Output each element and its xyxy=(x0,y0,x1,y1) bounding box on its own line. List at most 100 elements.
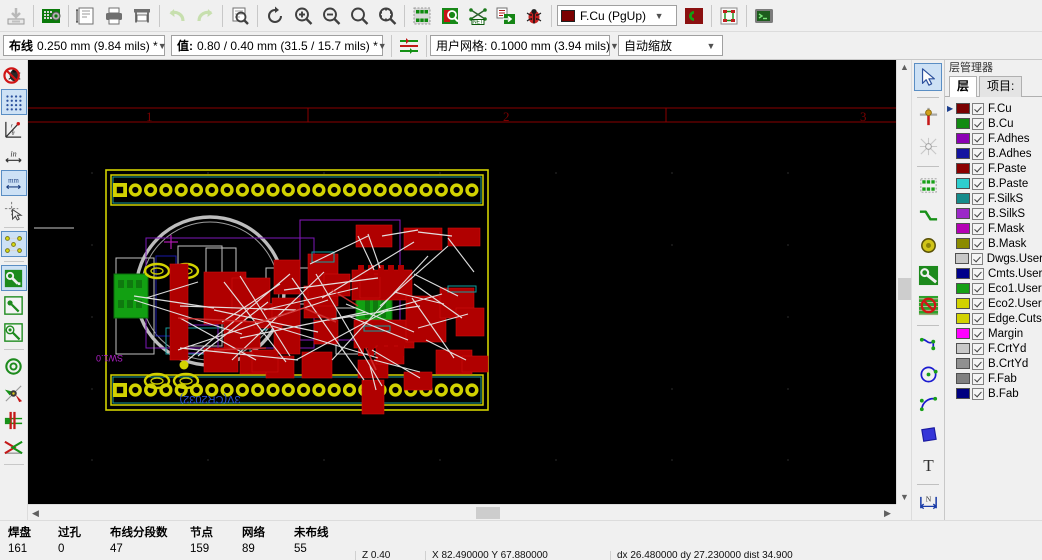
layer-row-margin[interactable]: Margin xyxy=(945,326,1042,341)
save-board-icon[interactable] xyxy=(2,2,30,30)
terminal-icon[interactable] xyxy=(750,2,778,30)
active-layer-select[interactable]: F.Cu (PgUp) ▼ xyxy=(557,5,677,26)
cursor-fullscreen-icon[interactable] xyxy=(1,197,27,223)
layer-color-swatch[interactable] xyxy=(956,103,970,114)
layer-row-f-silks[interactable]: F.SilkS xyxy=(945,191,1042,206)
layer-visibility-checkbox[interactable] xyxy=(972,238,984,250)
refresh-icon[interactable] xyxy=(261,2,289,30)
layer-color-swatch[interactable] xyxy=(956,178,970,189)
netlist-icon[interactable] xyxy=(408,2,436,30)
place-footprint-icon[interactable] xyxy=(914,171,942,199)
zoom-out-icon[interactable] xyxy=(317,2,345,30)
layer-row-eco1-user[interactable]: Eco1.User xyxy=(945,281,1042,296)
board-setup-icon[interactable] xyxy=(37,2,65,30)
layer-row-b-mask[interactable]: B.Mask xyxy=(945,236,1042,251)
layer-visibility-checkbox[interactable] xyxy=(972,133,984,145)
tab-items[interactable]: 项目: xyxy=(979,76,1022,97)
layer-visibility-checkbox[interactable] xyxy=(972,313,984,325)
pad-sketch-icon[interactable] xyxy=(1,380,27,406)
draw-line-icon[interactable] xyxy=(914,330,942,358)
layer-visibility-checkbox[interactable] xyxy=(972,118,984,130)
layer-row-b-adhes[interactable]: B.Adhes xyxy=(945,146,1042,161)
zoom-area-icon[interactable] xyxy=(373,2,401,30)
undo-icon[interactable] xyxy=(163,2,191,30)
layer-visibility-checkbox[interactable] xyxy=(972,268,984,280)
text-sketch-icon[interactable] xyxy=(1,407,27,433)
vertical-scroll-thumb[interactable] xyxy=(898,278,911,300)
bug-icon[interactable] xyxy=(520,2,548,30)
layer-color-swatch[interactable] xyxy=(956,193,970,204)
layer-row-f-fab[interactable]: F.Fab xyxy=(945,371,1042,386)
scroll-right-arrow[interactable]: ▶ xyxy=(880,508,895,519)
via-size-select[interactable]: 值: 0.80 / 0.40 mm (31.5 / 15.7 mils) * ▼ xyxy=(171,35,383,56)
canvas-vertical-scrollbar[interactable]: ▲ ▼ xyxy=(896,60,911,504)
add-keepout-icon[interactable] xyxy=(914,291,942,319)
layer-color-swatch[interactable] xyxy=(956,148,970,159)
layer-row-f-adhes[interactable]: F.Adhes xyxy=(945,131,1042,146)
layer-row-dwgs-user[interactable]: Dwgs.User xyxy=(945,251,1042,266)
drc-icon[interactable] xyxy=(436,2,464,30)
redo-icon[interactable] xyxy=(191,2,219,30)
layer-color-swatch[interactable] xyxy=(956,298,970,309)
layer-visibility-checkbox[interactable] xyxy=(972,178,984,190)
plot-icon[interactable] xyxy=(128,2,156,30)
layer-color-swatch[interactable] xyxy=(956,328,970,339)
layer-color-swatch[interactable] xyxy=(956,313,970,324)
draw-polygon-icon[interactable] xyxy=(914,420,942,448)
select-tool-icon[interactable] xyxy=(914,63,942,91)
layer-color-swatch[interactable] xyxy=(956,268,970,279)
layer-color-swatch[interactable] xyxy=(956,343,970,354)
place-via-icon[interactable] xyxy=(914,231,942,259)
zone-filled-icon[interactable] xyxy=(1,319,27,345)
add-dimension-icon[interactable]: N xyxy=(914,489,942,517)
grid-select[interactable]: 用户网格: 0.1000 mm (3.94 mils) ▼ xyxy=(430,35,610,56)
layer-visibility-checkbox[interactable] xyxy=(972,358,984,370)
update-pcb-icon[interactable] xyxy=(492,2,520,30)
horizontal-scroll-thumb[interactable] xyxy=(476,507,500,519)
print-icon[interactable] xyxy=(100,2,128,30)
layer-row-f-crtyd[interactable]: F.CrtYd xyxy=(945,341,1042,356)
local-ratsnest-tool-icon[interactable] xyxy=(914,132,942,160)
net-highlight-icon[interactable]: NET xyxy=(464,2,492,30)
polar-coords-icon[interactable]: r θ xyxy=(1,116,27,142)
layer-color-swatch[interactable] xyxy=(956,118,970,129)
layer-row-f-cu[interactable]: ▶F.Cu xyxy=(945,101,1042,116)
layer-color-swatch[interactable] xyxy=(956,163,970,174)
layer-row-b-paste[interactable]: B.Paste xyxy=(945,176,1042,191)
layer-visibility-checkbox[interactable] xyxy=(972,193,984,205)
track-width-select[interactable]: 布线 0.250 mm (9.84 mils) * ▼ xyxy=(3,35,165,56)
add-text-icon[interactable]: T xyxy=(914,450,942,478)
layer-visibility-checkbox[interactable] xyxy=(972,163,984,175)
layer-visibility-checkbox[interactable] xyxy=(972,373,984,385)
layer-color-swatch[interactable] xyxy=(956,133,970,144)
layer-visibility-checkbox[interactable] xyxy=(972,148,984,160)
route-track-icon[interactable] xyxy=(914,201,942,229)
scroll-up-arrow[interactable]: ▲ xyxy=(897,62,912,72)
layer-row-eco2-user[interactable]: Eco2.User xyxy=(945,296,1042,311)
layer-visibility-checkbox[interactable] xyxy=(972,223,984,235)
track-via-settings-icon[interactable] xyxy=(395,32,423,60)
zone-outline-icon[interactable] xyxy=(1,353,27,379)
grid-visible-icon[interactable] xyxy=(1,89,27,115)
draw-arc-icon[interactable] xyxy=(914,390,942,418)
layer-color-swatch[interactable] xyxy=(956,373,970,384)
layer-visibility-checkbox[interactable] xyxy=(972,103,984,115)
drc-off-icon[interactable] xyxy=(1,62,27,88)
ratsnest-show-icon[interactable] xyxy=(1,231,27,257)
layer-color-swatch[interactable] xyxy=(956,238,970,249)
layer-color-swatch[interactable] xyxy=(956,208,970,219)
layer-row-b-crtyd[interactable]: B.CrtYd xyxy=(945,356,1042,371)
via-properties-icon[interactable] xyxy=(680,2,708,30)
zoom-select[interactable]: 自动缩放 ▼ xyxy=(618,35,723,56)
units-mm-icon[interactable]: mm xyxy=(1,170,27,196)
scroll-left-arrow[interactable]: ◀ xyxy=(28,508,43,519)
layer-visibility-checkbox[interactable] xyxy=(972,343,984,355)
layer-row-f-mask[interactable]: F.Mask xyxy=(945,221,1042,236)
layer-row-b-fab[interactable]: B.Fab xyxy=(945,386,1042,401)
zoom-fit-icon[interactable] xyxy=(345,2,373,30)
tab-layers[interactable]: 层 xyxy=(949,76,977,97)
layer-visibility-checkbox[interactable] xyxy=(972,208,984,220)
scroll-down-arrow[interactable]: ▼ xyxy=(897,492,912,502)
contrast-mode-icon[interactable] xyxy=(1,434,27,460)
ratsnest-icon[interactable] xyxy=(715,2,743,30)
